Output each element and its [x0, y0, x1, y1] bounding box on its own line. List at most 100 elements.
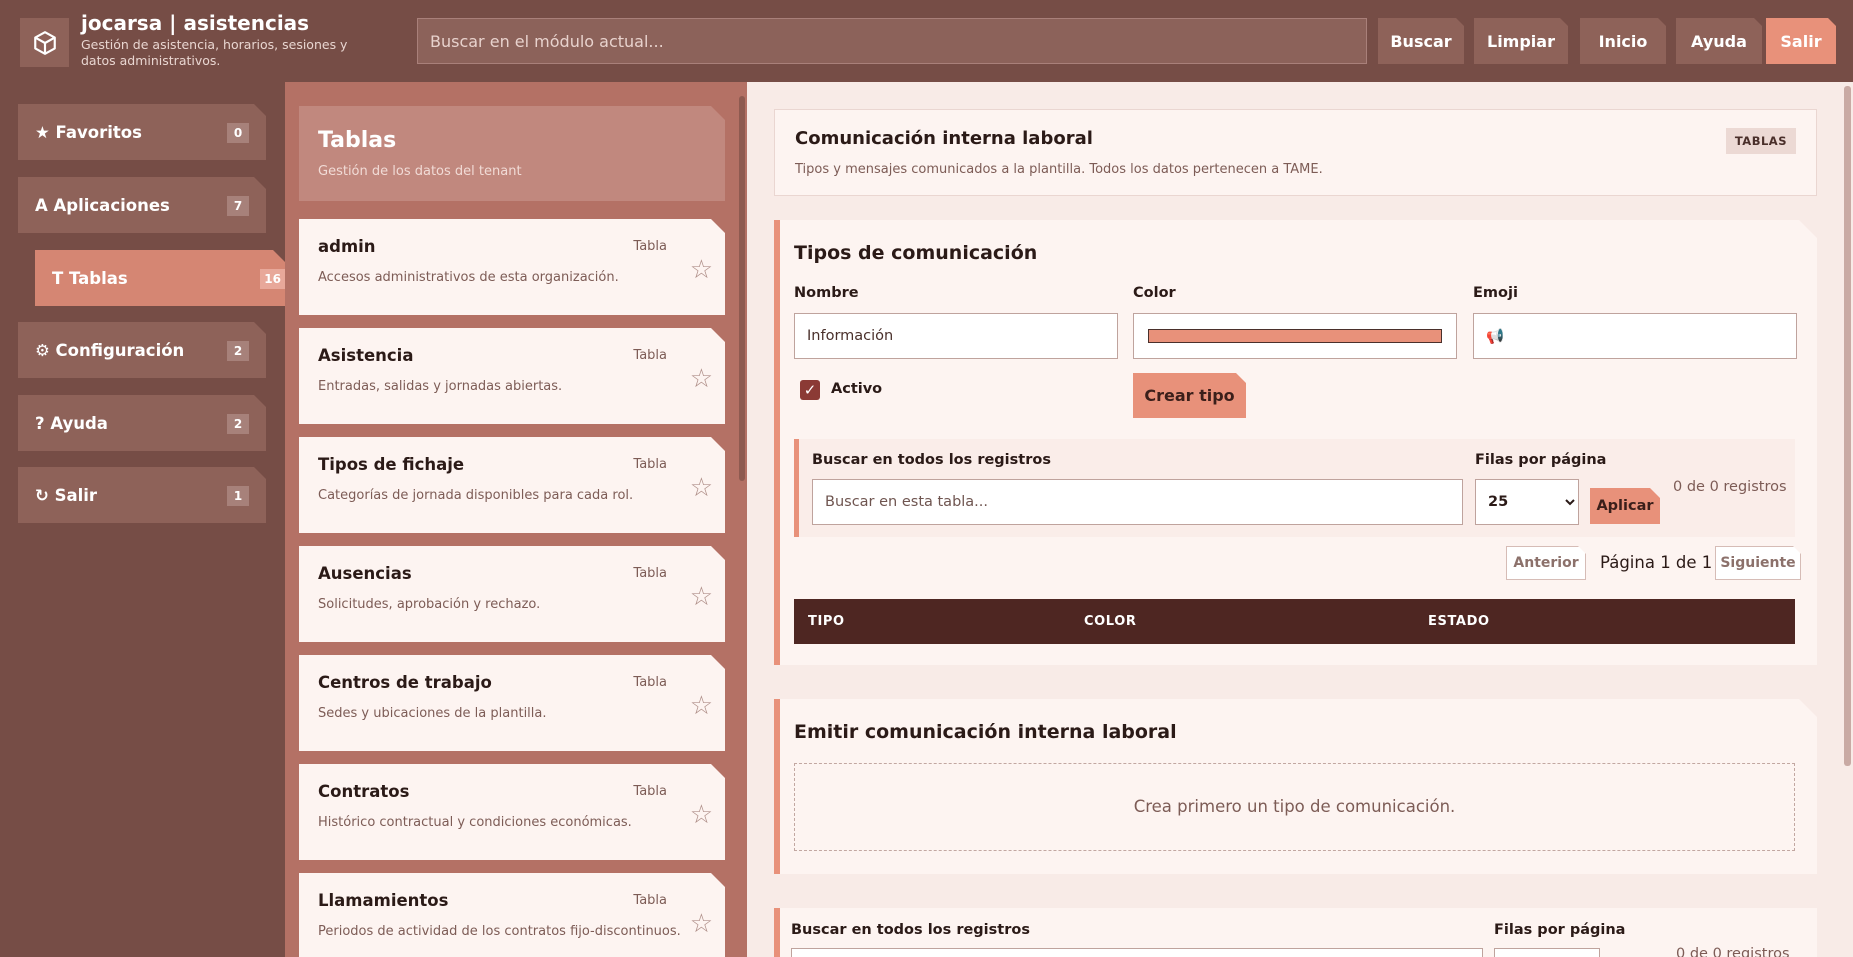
page-subtitle: Tipos y mensajes comunicados a la planti… [795, 162, 1323, 177]
search-label: Buscar en todos los registros [791, 922, 1030, 938]
color-label: Color [1133, 285, 1176, 301]
card-title: Contratos [318, 782, 410, 801]
column-header-estado[interactable]: ESTADO [1428, 614, 1490, 629]
page-header-card: Comunicación interna laboral Tipos y men… [774, 109, 1817, 196]
count-badge: 2 [227, 341, 249, 361]
apply-button[interactable]: Aplicar [1590, 488, 1660, 524]
table-search-bar: Buscar en todos los registros Filas por … [794, 439, 1795, 537]
card-desc: Sedes y ubicaciones de la plantilla. [318, 706, 547, 721]
table-card-centros[interactable]: Centros de trabajo Tabla Sedes y ubicaci… [299, 655, 725, 751]
table-card-ausencias[interactable]: Ausencias Tabla Solicitudes, aprobación … [299, 546, 725, 642]
panel-scrollbar[interactable] [739, 96, 745, 481]
section-title: Emitir comunicación interna laboral [794, 721, 1177, 743]
content-scrollbar[interactable] [1844, 86, 1851, 766]
column-header-tipo[interactable]: TIPO [808, 614, 845, 629]
table-card-tipos-fichaje[interactable]: Tipos de fichaje Tabla Categorías de jor… [299, 437, 725, 533]
name-input[interactable] [794, 313, 1118, 359]
name-label: Nombre [794, 285, 859, 301]
card-title: Asistencia [318, 346, 414, 365]
emoji-input[interactable] [1473, 313, 1797, 359]
card-desc: Accesos administrativos de esta organiza… [318, 270, 619, 285]
card-kind: Tabla [633, 893, 667, 908]
count-badge: 16 [260, 269, 285, 289]
nav-item-tablas[interactable]: T Tablas 16 [35, 250, 285, 306]
star-icon[interactable]: ☆ [690, 582, 713, 612]
color-picker[interactable] [1133, 313, 1457, 359]
card-kind: Tabla [633, 348, 667, 363]
card-desc: Solicitudes, aprobación y rechazo. [318, 597, 541, 612]
panel-title: Tablas [318, 128, 397, 153]
star-icon[interactable]: ☆ [690, 691, 713, 721]
section-title: Tipos de comunicación [794, 242, 1038, 264]
nav-item-salir[interactable]: ↻ Salir 1 [18, 467, 266, 523]
count-badge: 2 [227, 414, 249, 434]
next-page-button[interactable]: Siguiente [1715, 546, 1801, 580]
global-search-input[interactable] [417, 18, 1367, 64]
nav-label: A Aplicaciones [35, 195, 170, 215]
nav-label: ? Ayuda [35, 413, 108, 433]
star-icon[interactable]: ☆ [690, 255, 713, 285]
page-title: Comunicación interna laboral [795, 128, 1093, 149]
count-badge: 7 [227, 196, 249, 216]
table-card-asistencia[interactable]: Asistencia Tabla Entradas, salidas y jor… [299, 328, 725, 424]
rows-per-page-select[interactable]: 25 [1475, 479, 1579, 525]
bottom-search-input[interactable] [791, 948, 1483, 957]
logout-button[interactable]: Salir [1766, 18, 1836, 64]
card-kind: Tabla [633, 566, 667, 581]
nav-label: ⚙ Configuración [35, 340, 185, 360]
rows-label: Filas por página [1475, 452, 1607, 468]
tables-header: Tablas Gestión de los datos del tenant [299, 106, 725, 201]
empty-state: Crea primero un tipo de comunicación. [794, 763, 1795, 851]
records-count: 0 de 0 registros [1676, 946, 1790, 957]
column-header-color[interactable]: COLOR [1084, 614, 1136, 629]
page-info: Página 1 de 1 [1600, 553, 1713, 572]
emit-section: Emitir comunicación interna laboral Crea… [774, 699, 1817, 874]
help-button[interactable]: Ayuda [1676, 18, 1762, 64]
create-type-button[interactable]: Crear tipo [1133, 373, 1246, 418]
color-swatch [1148, 329, 1442, 343]
nav-label: ★ Favoritos [35, 122, 142, 142]
card-title: Tipos de fichaje [318, 455, 465, 474]
card-title: admin [318, 237, 376, 256]
rows-label: Filas por página [1494, 922, 1626, 938]
star-icon[interactable]: ☆ [690, 473, 713, 503]
emoji-label: Emoji [1473, 285, 1518, 301]
card-title: Llamamientos [318, 891, 449, 910]
search-label: Buscar en todos los registros [812, 452, 1051, 468]
card-desc: Categorías de jornada disponibles para c… [318, 488, 634, 503]
home-button[interactable]: Inicio [1580, 18, 1666, 64]
star-icon[interactable]: ☆ [690, 909, 713, 939]
star-icon[interactable]: ☆ [690, 800, 713, 830]
card-desc: Histórico contractual y condiciones econ… [318, 815, 632, 830]
nav-item-favoritos[interactable]: ★ Favoritos 0 [18, 104, 266, 160]
card-title: Ausencias [318, 564, 412, 583]
prev-page-button[interactable]: Anterior [1506, 546, 1586, 580]
count-badge: 0 [227, 123, 249, 143]
search-button[interactable]: Buscar [1378, 18, 1464, 64]
table-search-input[interactable] [812, 479, 1463, 525]
app-title: jocarsa | asistencias [81, 11, 310, 35]
types-section: Tipos de comunicación Nombre Color Emoji… [774, 220, 1817, 665]
bottom-rows-select[interactable] [1494, 948, 1600, 957]
table-header: TIPO COLOR ESTADO [794, 599, 1795, 644]
top-bar: jocarsa | asistencias Gestión de asisten… [0, 0, 1853, 82]
star-icon[interactable]: ☆ [690, 364, 713, 394]
table-card-contratos[interactable]: Contratos Tabla Histórico contractual y … [299, 764, 725, 860]
card-desc: Entradas, salidas y jornadas abiertas. [318, 379, 563, 394]
tables-panel: Tablas Gestión de los datos del tenant a… [285, 82, 747, 957]
app-subtitle: Gestión de asistencia, horarios, sesione… [81, 37, 348, 68]
card-kind: Tabla [633, 784, 667, 799]
nav-label: ↻ Salir [35, 485, 98, 505]
section-tag: TABLAS [1725, 128, 1796, 154]
panel-subtitle: Gestión de los datos del tenant [318, 164, 522, 179]
table-card-llamamientos[interactable]: Llamamientos Tabla Periodos de actividad… [299, 873, 725, 957]
clear-button[interactable]: Limpiar [1474, 18, 1568, 64]
cube-icon[interactable] [20, 18, 69, 67]
table-card-admin[interactable]: admin Tabla Accesos administrativos de e… [299, 219, 725, 315]
active-checkbox[interactable]: ✓ [800, 380, 820, 400]
nav-item-configuracion[interactable]: ⚙ Configuración 2 [18, 322, 266, 378]
nav-item-aplicaciones[interactable]: A Aplicaciones 7 [18, 177, 266, 233]
nav-item-ayuda[interactable]: ? Ayuda 2 [18, 395, 266, 451]
card-kind: Tabla [633, 675, 667, 690]
active-label: Activo [831, 381, 883, 397]
